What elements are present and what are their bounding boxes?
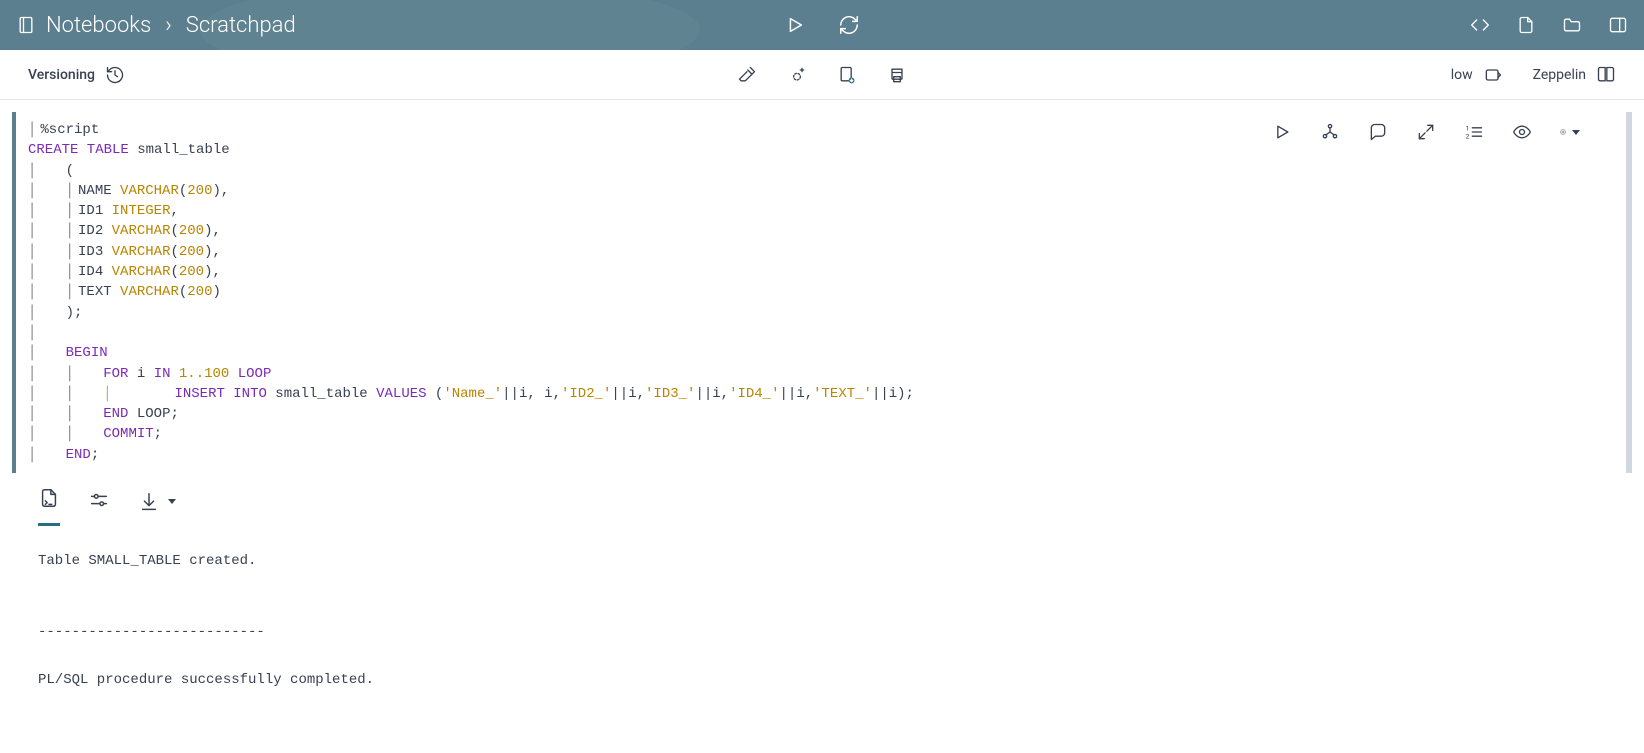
breadcrumb: Notebooks › Scratchpad: [16, 13, 296, 38]
result-tab-download[interactable]: [138, 491, 176, 523]
code-icon[interactable]: [1470, 15, 1490, 35]
notebook-icon: [16, 15, 36, 35]
cell-output: Table SMALL_TABLE created. -------------…: [12, 526, 1632, 733]
output-line: PL/SQL procedure successfully completed.: [38, 672, 374, 688]
settings-icon[interactable]: [1560, 122, 1580, 142]
comment-icon[interactable]: [1368, 122, 1388, 142]
panel-icon[interactable]: [1608, 15, 1628, 35]
engine-label[interactable]: Zeppelin: [1533, 67, 1586, 83]
book-icon[interactable]: [1596, 65, 1616, 85]
output-separator: ---------------------------: [38, 624, 265, 640]
breadcrumb-current[interactable]: Scratchpad: [186, 13, 296, 38]
breadcrumb-root[interactable]: Notebooks: [46, 13, 151, 38]
chevron-down-icon: [1572, 130, 1580, 135]
dependency-icon[interactable]: [1320, 122, 1340, 142]
eraser-icon[interactable]: [737, 65, 757, 85]
breadcrumb-separator: ›: [165, 13, 172, 38]
result-tab-script[interactable]: [38, 487, 60, 526]
notebook-toolbar: Versioning low Zeppelin: [0, 50, 1644, 100]
run-cell-icon[interactable]: [1272, 122, 1292, 142]
chevron-down-icon: [168, 499, 176, 504]
script-output-icon: [38, 487, 60, 509]
code-editor[interactable]: │%script CREATE TABLE small_table │ ( │ …: [24, 116, 1618, 473]
document-icon[interactable]: [1516, 15, 1536, 35]
clear-sparkle-icon[interactable]: [787, 65, 807, 85]
save-notebook-icon[interactable]: [837, 65, 857, 85]
svg-text:1: 1: [1466, 124, 1470, 132]
line-numbers-icon[interactable]: 12: [1464, 122, 1484, 142]
result-tab-settings[interactable]: [88, 489, 110, 525]
run-all-icon[interactable]: [784, 14, 806, 36]
code-cell[interactable]: 12 │%script CREATE TABLE small_table │ (…: [12, 112, 1632, 473]
sliders-icon: [88, 489, 110, 511]
consumer-group-label[interactable]: low: [1451, 67, 1473, 83]
folder-icon[interactable]: [1562, 15, 1582, 35]
print-icon[interactable]: [887, 65, 907, 85]
output-line: Table SMALL_TABLE created.: [38, 553, 256, 569]
versioning-label[interactable]: Versioning: [28, 67, 95, 83]
expand-icon[interactable]: [1416, 122, 1436, 142]
consumer-group-icon[interactable]: [1483, 65, 1503, 85]
result-tabs: [12, 473, 1632, 526]
history-icon[interactable]: [105, 65, 125, 85]
download-icon: [138, 491, 160, 513]
cell-toolbar: 12: [1272, 122, 1580, 142]
app-header: Notebooks › Scratchpad: [0, 0, 1644, 50]
visibility-icon[interactable]: [1512, 122, 1532, 142]
refresh-icon[interactable]: [838, 14, 860, 36]
svg-text:2: 2: [1466, 133, 1470, 141]
